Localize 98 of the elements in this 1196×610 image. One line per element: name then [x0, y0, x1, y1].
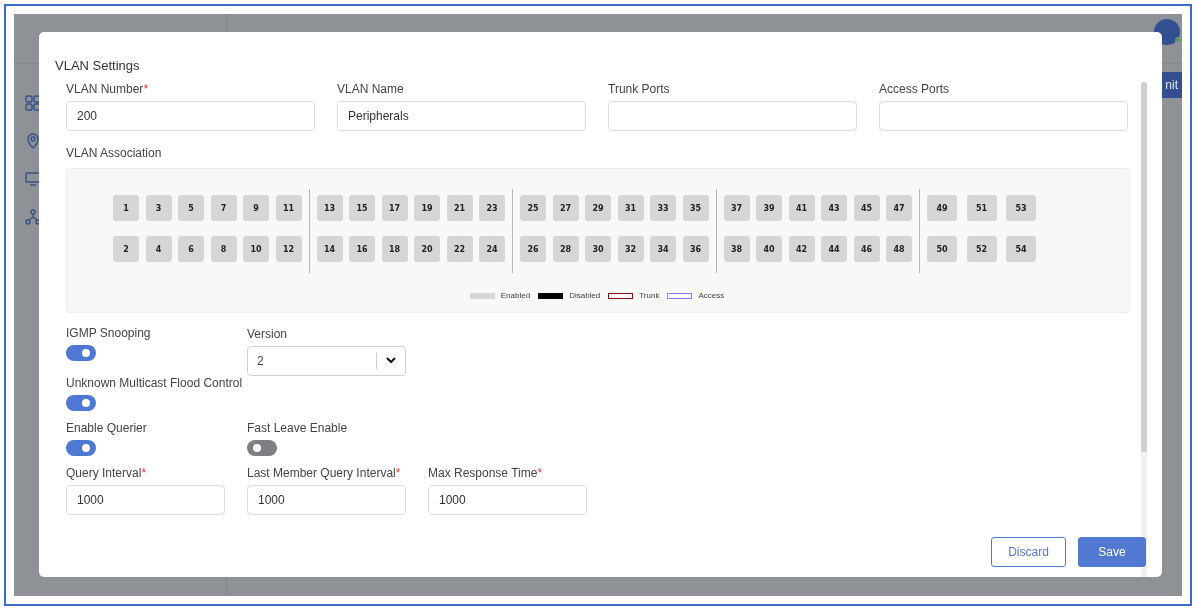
port-button[interactable]: 10: [243, 236, 269, 262]
port-button[interactable]: 9: [243, 195, 269, 221]
port-button[interactable]: 33: [650, 195, 676, 221]
port-button[interactable]: 53: [1006, 195, 1036, 221]
port-button[interactable]: 15: [349, 195, 375, 221]
toggle-label: IGMP Snooping: [66, 326, 151, 340]
field-label: Access Ports: [879, 82, 950, 96]
legend-swatch: [469, 292, 495, 299]
location-pin-icon[interactable]: [24, 132, 42, 150]
port-button[interactable]: 45: [853, 195, 880, 221]
text-field[interactable]: Peripherals: [337, 101, 586, 131]
legend-label: Access: [698, 291, 725, 300]
port-button[interactable]: 37: [723, 195, 750, 221]
port-button[interactable]: 13: [316, 195, 343, 221]
number-field[interactable]: 1000: [66, 485, 225, 515]
toggle-label: Unknown Multicast Flood Control: [66, 376, 243, 390]
port-button[interactable]: 36: [682, 236, 709, 262]
text-field[interactable]: [879, 101, 1128, 131]
port-button[interactable]: 18: [381, 236, 408, 262]
port-button[interactable]: 27: [552, 195, 579, 221]
legend-swatch: [608, 292, 634, 299]
port-button[interactable]: 22: [446, 236, 473, 262]
legend-label: Disabled: [569, 291, 601, 300]
port-button[interactable]: 46: [853, 236, 880, 262]
port-button[interactable]: 42: [788, 236, 815, 262]
port-button[interactable]: 48: [886, 236, 912, 262]
port-button[interactable]: 49: [927, 195, 957, 221]
port-button[interactable]: 23: [479, 195, 505, 221]
toggle-switch[interactable]: [66, 440, 96, 456]
port-button[interactable]: 14: [316, 236, 343, 262]
required-mark: *: [141, 466, 147, 480]
network-icon[interactable]: [24, 208, 42, 226]
port-button[interactable]: 54: [1006, 236, 1036, 262]
port-button[interactable]: 12: [275, 236, 302, 262]
port-button[interactable]: 24: [479, 236, 505, 262]
field-label: VLAN Number: [66, 82, 144, 96]
port-button[interactable]: 17: [381, 195, 408, 221]
port-button[interactable]: 51: [966, 195, 997, 221]
text-field[interactable]: 200: [66, 101, 315, 131]
dialog-title: VLAN Settings: [55, 58, 140, 73]
text-field[interactable]: [608, 101, 857, 131]
port-button[interactable]: 32: [617, 236, 644, 262]
port-button[interactable]: 4: [145, 236, 172, 262]
port-button[interactable]: 3: [145, 195, 172, 221]
save-button[interactable]: Save: [1078, 537, 1146, 567]
port-button[interactable]: 41: [788, 195, 815, 221]
port-button[interactable]: 29: [585, 195, 611, 221]
port-button[interactable]: 19: [414, 195, 440, 221]
field-label: Query Interval: [66, 466, 142, 480]
port-button[interactable]: 52: [966, 236, 997, 262]
port-button[interactable]: 40: [756, 236, 782, 262]
toggle-switch[interactable]: [247, 440, 277, 456]
monitor-icon[interactable]: [24, 170, 42, 188]
port-button[interactable]: 16: [349, 236, 375, 262]
port-button[interactable]: 38: [723, 236, 750, 262]
field-label: VLAN Name: [337, 82, 404, 96]
version-select[interactable]: 2: [247, 346, 406, 376]
field-label: Last Member Query Interval: [247, 466, 396, 480]
number-field[interactable]: 1000: [428, 485, 587, 515]
port-button[interactable]: 43: [821, 195, 847, 221]
port-button[interactable]: 11: [275, 195, 302, 221]
section-label: VLAN Association: [66, 146, 162, 160]
port-button[interactable]: 20: [414, 236, 440, 262]
toggle-label: Enable Querier: [66, 421, 147, 435]
port-button[interactable]: 1: [113, 195, 139, 221]
grid-icon[interactable]: [24, 94, 42, 112]
port-button[interactable]: 44: [821, 236, 847, 262]
port-button[interactable]: 34: [650, 236, 676, 262]
port-button[interactable]: 26: [520, 236, 546, 262]
port-button[interactable]: 31: [617, 195, 644, 221]
port-button[interactable]: 8: [210, 236, 237, 262]
required-mark: *: [395, 466, 401, 480]
port-button[interactable]: 6: [178, 236, 204, 262]
port-button[interactable]: 28: [552, 236, 579, 262]
legend-label: Trunk: [639, 291, 660, 300]
field-label: Max Response Time: [428, 466, 538, 480]
port-button[interactable]: 30: [585, 236, 611, 262]
port-button[interactable]: 39: [756, 195, 782, 221]
legend-swatch: [667, 292, 693, 299]
toggle-switch[interactable]: [66, 395, 96, 411]
port-button[interactable]: 2: [113, 236, 139, 262]
port-button[interactable]: 21: [446, 195, 473, 221]
legend-label: Enabled: [500, 291, 531, 300]
legend-swatch: [538, 292, 564, 299]
port-button[interactable]: 35: [682, 195, 709, 221]
port-button[interactable]: 47: [886, 195, 912, 221]
port-button[interactable]: 7: [210, 195, 237, 221]
toggle-switch[interactable]: [66, 345, 96, 361]
discard-button[interactable]: Discard: [991, 537, 1066, 567]
toggle-label: Fast Leave Enable: [247, 421, 348, 435]
required-mark: *: [537, 466, 543, 480]
field-label: Version: [247, 327, 288, 341]
field-label: Trunk Ports: [608, 82, 670, 96]
number-field[interactable]: 1000: [247, 485, 406, 515]
port-button[interactable]: 50: [927, 236, 957, 262]
port-button[interactable]: 25: [520, 195, 546, 221]
port-button[interactable]: 5: [178, 195, 204, 221]
required-mark: *: [143, 82, 149, 96]
